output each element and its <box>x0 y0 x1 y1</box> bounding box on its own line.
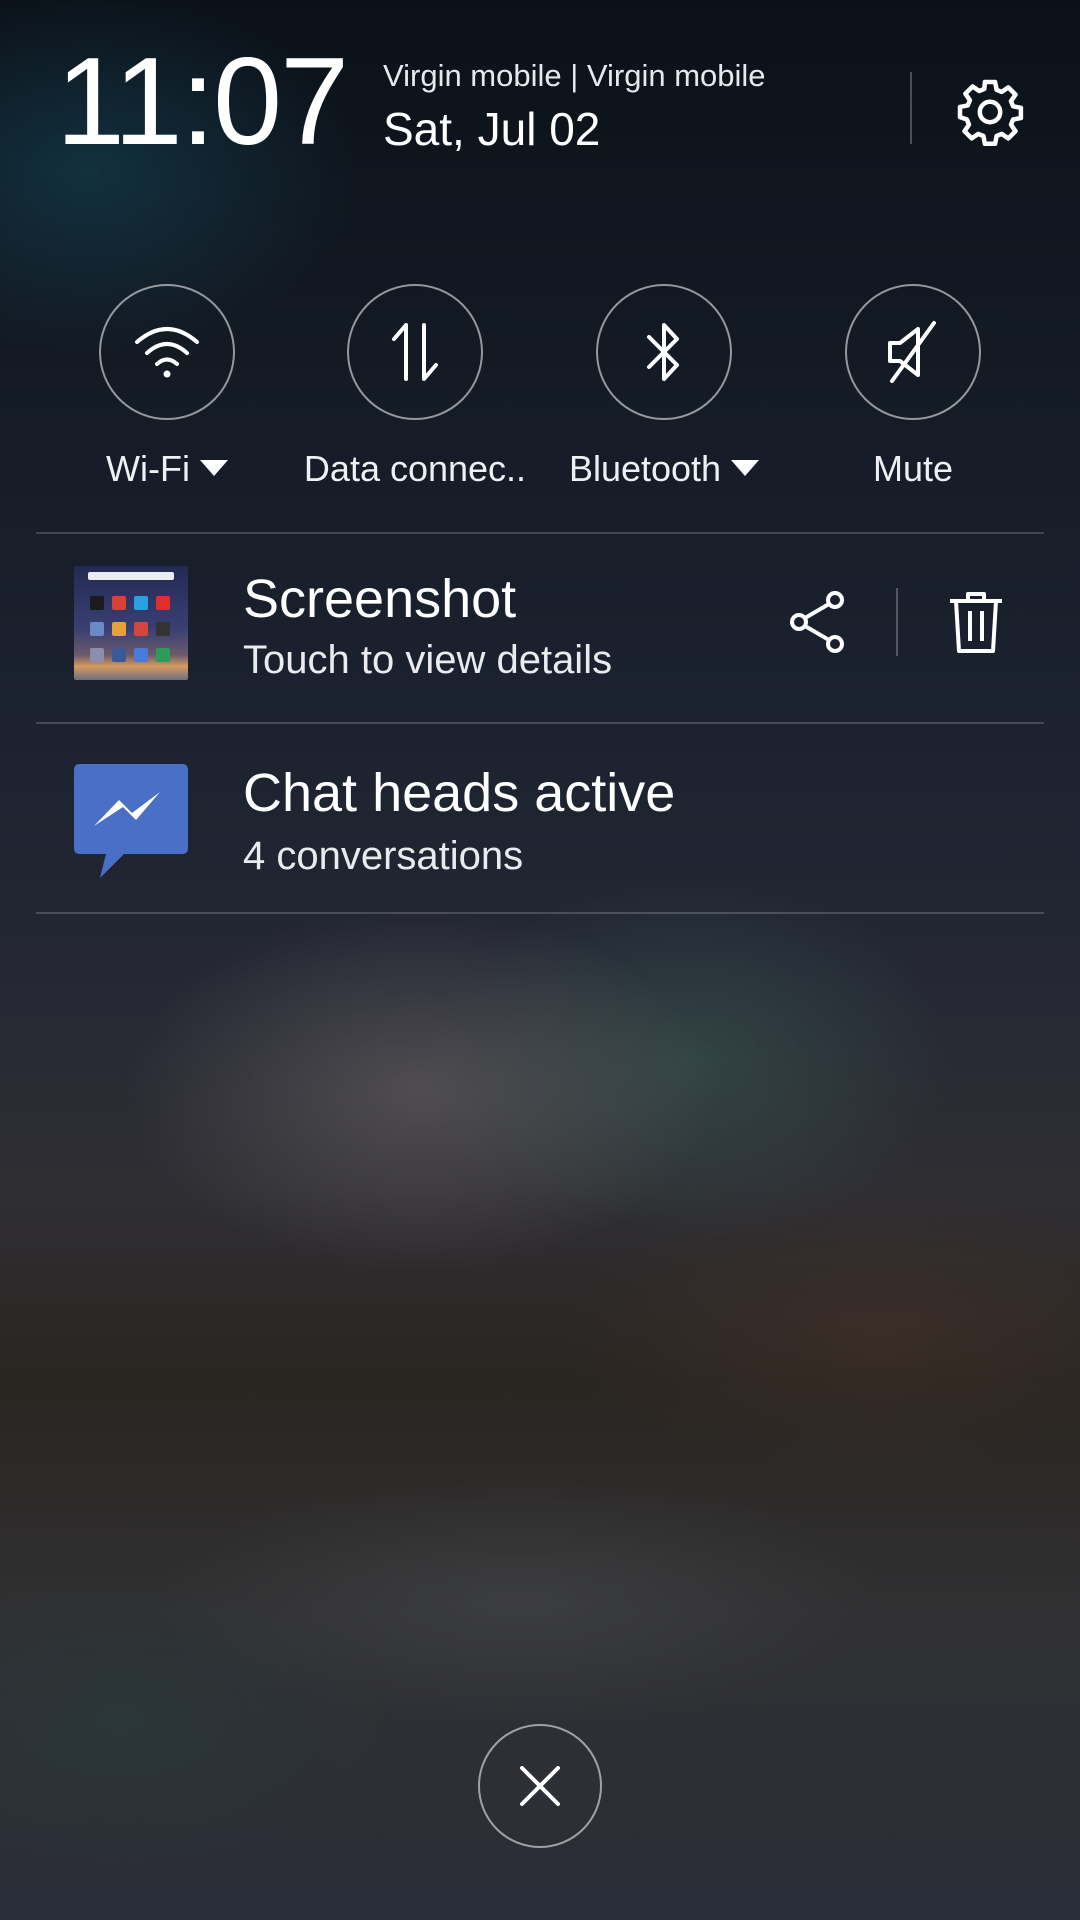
wifi-label: Wi-Fi <box>42 448 292 490</box>
mute-toggle[interactable]: Mute <box>788 284 1038 504</box>
mute-toggle-circle[interactable] <box>845 284 981 420</box>
notification-subtitle: 4 conversations <box>243 834 524 878</box>
chevron-down-icon[interactable] <box>731 460 760 477</box>
notification-title: Chat heads active <box>243 763 676 823</box>
screenshot-notification[interactable]: Screenshot Touch to view details <box>36 534 1044 722</box>
trash-icon <box>950 592 1002 653</box>
wifi-icon <box>135 327 199 378</box>
wifi-toggle-circle[interactable] <box>99 284 235 420</box>
data-connection-toggle-circle[interactable] <box>347 284 483 420</box>
bluetooth-label: Bluetooth <box>539 448 789 490</box>
notification-subtitle: Touch to view details <box>243 638 613 682</box>
mute-label: Mute <box>872 448 954 489</box>
chevron-down-icon[interactable] <box>199 460 228 477</box>
close-icon <box>520 1766 560 1806</box>
screenshot-thumbnail <box>74 566 188 680</box>
delete-button[interactable] <box>938 584 1014 660</box>
wifi-toggle[interactable]: Wi-Fi <box>42 284 292 504</box>
data-connection-icon <box>392 323 438 381</box>
carrier-label: Virgin mobile | Virgin mobile <box>383 58 766 93</box>
mute-icon <box>888 321 936 383</box>
clock-time: 11:07 <box>56 33 349 171</box>
notification-shade: 11:07 Virgin mobile | Virgin mobile Sat,… <box>0 0 1080 1920</box>
header-divider <box>910 72 912 144</box>
notification-title: Screenshot <box>243 569 517 629</box>
bluetooth-toggle-circle[interactable] <box>596 284 732 420</box>
action-divider <box>896 588 898 656</box>
date-label: Sat, Jul 02 <box>383 103 601 155</box>
data-connection-toggle[interactable]: Data connec.. <box>290 284 540 504</box>
share-icon <box>790 591 844 653</box>
section-divider <box>36 912 1044 914</box>
settings-button[interactable] <box>950 72 1030 152</box>
share-button[interactable] <box>780 584 856 660</box>
chat-heads-notification[interactable]: Chat heads active 4 conversations <box>36 724 1044 912</box>
bluetooth-icon <box>647 323 679 381</box>
data-connection-label: Data connec.. <box>303 448 527 489</box>
close-button[interactable] <box>478 1724 602 1848</box>
bluetooth-toggle[interactable]: Bluetooth <box>539 284 789 504</box>
gear-icon <box>957 79 1024 147</box>
messenger-icon <box>74 764 188 884</box>
